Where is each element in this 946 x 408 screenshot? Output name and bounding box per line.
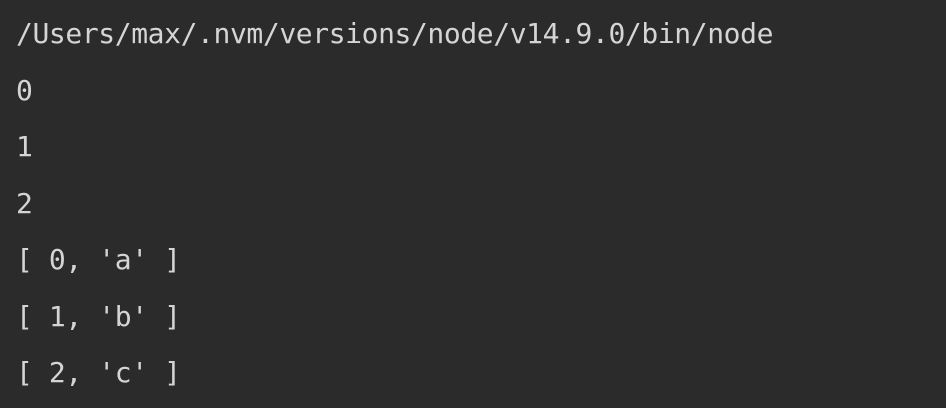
output-line: [ 0, 'a' ] [16,243,181,276]
output-line: [ 2, 'c' ] [16,356,181,389]
output-line: 1 [16,130,33,163]
output-line: 2 [16,186,33,220]
console-output-panel: /Users/max/.nvm/versions/node/v14.9.0/bi… [0,0,946,408]
command-path-line: /Users/max/.nvm/versions/node/v14.9.0/bi… [16,17,774,50]
output-line: 0 [16,73,33,107]
output-line: [ 1, 'b' ] [16,299,181,333]
